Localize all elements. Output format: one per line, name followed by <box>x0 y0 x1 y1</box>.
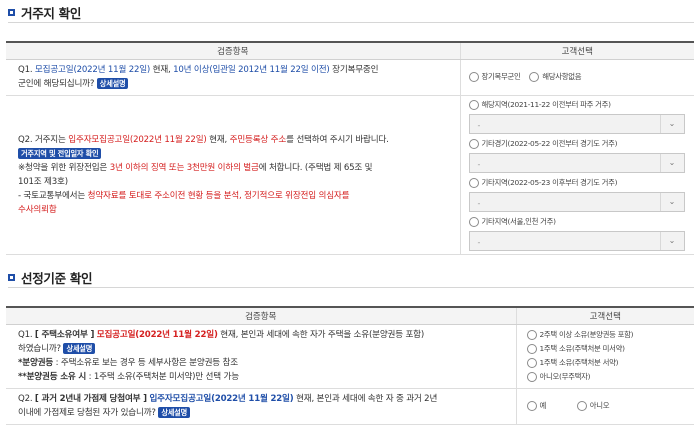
detail-button[interactable]: 상세설명 <box>63 343 96 354</box>
criteria-table: 검증항목 고객선택 Q1. [ 주택소유여부 ] 모집공고일(2022년 11월… <box>6 306 694 425</box>
ownership-option-3: 1주택 소유(주택처분 서약) <box>526 356 687 370</box>
residence-check-button[interactable]: 거주지역 및 전입일자 확인 <box>18 147 102 159</box>
chevron-down-icon: ⌄ <box>659 114 684 133</box>
section-square-icon <box>8 274 15 281</box>
region-select-1[interactable]: - ⌄ <box>468 113 685 134</box>
question-q1: Q1. 모집공고일(2022년 11월 22일) 현재, 10년 이상(입관일 … <box>6 59 460 96</box>
chevron-down-icon: ⌄ <box>659 231 684 250</box>
radio-ownership-3[interactable] <box>526 358 537 368</box>
radio-not-applicable[interactable] <box>529 71 540 82</box>
region-select-3[interactable]: - ⌄ <box>468 191 685 212</box>
header-verification: 검증항목 <box>6 41 460 60</box>
table-row-q2: Q2. [ 과거 2년내 가점제 당첨여부 ] 입주자모집공고일(2022년 1… <box>6 388 694 425</box>
table-row-q1: Q1. 모집공고일(2022년 11월 22일) 현재, 10년 이상(입관일 … <box>6 59 694 96</box>
detail-button[interactable]: 상세설명 <box>158 407 190 418</box>
section-header-residence: 거주지 확인 <box>8 3 81 22</box>
region-option-1: 해당지역(2021-11-22 이전부터 파주 거주) <box>468 98 687 112</box>
question-ownership: Q1. [ 주택소유여부 ] 모집공고일(2022년 11월 22일) 현재, … <box>6 324 516 389</box>
section-square-icon <box>8 9 15 16</box>
section-divider <box>8 22 694 23</box>
radio-region-1[interactable] <box>468 99 479 110</box>
radio-yes[interactable] <box>526 400 537 411</box>
chevron-down-icon: ⌄ <box>659 153 684 172</box>
radio-region-3[interactable] <box>468 177 479 188</box>
choice-past-win: 예 아니오 <box>515 388 694 425</box>
region-select-2[interactable]: - ⌄ <box>468 152 685 173</box>
region-option-4: 기타지역(서울,인천 거주) <box>468 215 687 229</box>
header-customer-choice: 고객선택 <box>459 41 694 60</box>
ownership-option-2: 1주택 소유(주택처분 미서약) <box>526 342 687 356</box>
section-header-criteria: 선정기준 확인 <box>8 268 93 287</box>
radio-ownership-1[interactable] <box>526 330 537 340</box>
ownership-option-1: 2주택 이상 소유(분양권등 포함) <box>526 328 687 342</box>
section-divider <box>8 287 694 288</box>
section-title: 거주지 확인 <box>21 6 82 21</box>
radio-region-4[interactable] <box>468 216 479 227</box>
choice-q2: 해당지역(2021-11-22 이전부터 파주 거주) - ⌄ 기타경기(2022… <box>459 95 694 255</box>
header-customer-choice: 고객선택 <box>515 306 694 325</box>
section-title: 선정기준 확인 <box>21 271 93 286</box>
residence-table: 검증항목 고객선택 Q1. 모집공고일(2022년 11월 22일) 현재, 1… <box>6 41 694 255</box>
question-past-win: Q2. [ 과거 2년내 가점제 당첨여부 ] 입주자모집공고일(2022년 1… <box>6 388 516 425</box>
choice-ownership: 2주택 이상 소유(분양권등 포함) 1주택 소유(주택처분 미서약) 1주택 … <box>515 324 694 389</box>
radio-long-term-soldier[interactable] <box>468 71 479 82</box>
header-verification: 검증항목 <box>6 306 516 325</box>
ownership-option-4: 아니오(무주택자) <box>526 370 687 384</box>
region-option-3: 기타지역(2022-05-23 이후부터 경기도 거주) <box>468 176 687 190</box>
chevron-down-icon: ⌄ <box>659 192 684 211</box>
radio-region-2[interactable] <box>468 138 479 149</box>
radio-ownership-2[interactable] <box>526 344 537 354</box>
radio-ownership-4[interactable] <box>526 372 537 382</box>
choice-q1: 장기복무군인 해당사항없음 <box>459 59 694 96</box>
region-option-2: 기타경기(2022-05-22 이전부터 경기도 거주) <box>468 137 687 151</box>
detail-button[interactable]: 상세설명 <box>96 78 129 89</box>
region-select-4[interactable]: - ⌄ <box>468 230 685 251</box>
table-row-q1: Q1. [ 주택소유여부 ] 모집공고일(2022년 11월 22일) 현재, … <box>6 324 694 389</box>
question-q2: Q2. 거주지는 입주자모집공고일(2022년 11월 22일) 현재, 주민등… <box>6 95 460 255</box>
table-row-q2: Q2. 거주지는 입주자모집공고일(2022년 11월 22일) 현재, 주민등… <box>6 95 694 255</box>
radio-no[interactable] <box>576 400 587 411</box>
